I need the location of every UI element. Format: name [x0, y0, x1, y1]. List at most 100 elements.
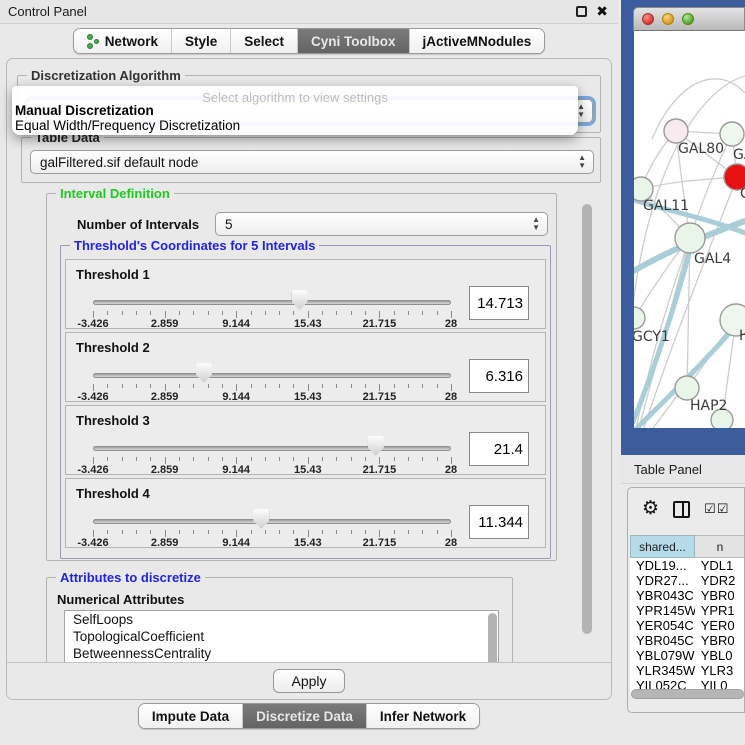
node-table[interactable]: shared...n YDL19...YDL1YDR27...YDR2YBR04… [630, 535, 745, 693]
table-hscrollbar[interactable] [631, 689, 744, 701]
slider-thumb[interactable] [253, 509, 269, 529]
node-hap2[interactable] [675, 376, 699, 400]
table-data-group: Table Data galFiltered.sif default node … [21, 137, 601, 183]
tick-label: 2.859 [151, 391, 179, 403]
node-label: GAL80 [678, 141, 724, 157]
table-cell: YBL079W [630, 648, 695, 663]
threshold-value-field[interactable]: 21.4 [469, 432, 529, 466]
network-edge [641, 177, 737, 189]
slider-track[interactable] [93, 519, 451, 524]
float-window-icon[interactable] [576, 6, 587, 17]
tick-label: 28 [445, 318, 457, 330]
table-row[interactable]: YER054CYER0 [630, 618, 745, 633]
combo-arrows-icon: ▲▼ [532, 216, 540, 232]
table-data-combo[interactable]: galFiltered.sif default node ▲▼ [30, 150, 594, 174]
table-cell: YDL19... [630, 558, 695, 573]
slider-track[interactable] [93, 300, 451, 305]
interval-definition-group: Interval Definition Number of Intervals … [46, 193, 557, 561]
algorithm-option[interactable]: Equal Width/Frequency Discretization [15, 118, 240, 133]
tick-label: 15.43 [294, 537, 322, 549]
tab-cyni-toolbox[interactable]: Cyni Toolbox [298, 29, 410, 53]
list-item[interactable]: TopologicalCoefficient [65, 628, 498, 645]
gear-icon[interactable]: ⚙ [642, 499, 659, 519]
node-label: HAP2 [690, 398, 727, 414]
table-row[interactable]: YDL19...YDL1 [630, 558, 745, 573]
slider-thumb[interactable] [368, 436, 384, 456]
table-cell: YLR3 [695, 663, 745, 678]
tick-label: -3.426 [77, 537, 108, 549]
split-view-icon[interactable] [673, 501, 690, 518]
node-label: GAL4 [694, 251, 731, 267]
apply-button[interactable]: Apply [273, 669, 344, 693]
table-panel-header: Table Panel [621, 455, 745, 484]
tab-jactivemnodules[interactable]: jActiveMNodules [410, 29, 545, 53]
minimize-traffic-light-icon[interactable] [662, 13, 674, 25]
combo-arrows-icon: ▲▼ [578, 154, 586, 170]
column-header[interactable]: n [695, 535, 745, 558]
table-toolbar: ⚙ ☑☑ [628, 488, 745, 530]
table-row[interactable]: YPR145WYPR1 [630, 603, 745, 618]
slider-thumb[interactable] [196, 363, 212, 383]
tick-label: -3.426 [77, 318, 108, 330]
bottom-tab-impute-data[interactable]: Impute Data [139, 704, 243, 728]
thresholds-group-title: Threshold's Coordinates for 5 Intervals [70, 238, 319, 253]
tab-select[interactable]: Select [231, 29, 298, 53]
list-item[interactable]: BetweennessCentrality [65, 645, 498, 662]
threshold-value-field[interactable]: 11.344 [469, 505, 529, 539]
table-cell: YBR043C [630, 588, 695, 603]
node-gal80[interactable] [664, 119, 688, 143]
list-item[interactable]: SelfLoops [65, 611, 498, 628]
checkbox-icons[interactable]: ☑☑ [704, 501, 729, 517]
node-gcy1[interactable] [634, 307, 645, 329]
bottom-tab-infer-network[interactable]: Infer Network [367, 704, 479, 728]
node-label: GAL11 [643, 198, 689, 214]
tick-label: 21.715 [363, 537, 397, 549]
cyni-toolbox-panel: Discretization Algorithm ▲▼ Table Data g… [6, 58, 612, 700]
apply-bar: Apply [7, 662, 611, 699]
table-row[interactable]: YDR27...YDR2 [630, 573, 745, 588]
thresholds-group: Threshold's Coordinates for 5 Intervals … [60, 245, 551, 559]
table-cell: YER054C [630, 618, 695, 633]
number-of-intervals-combo[interactable]: 5 ▲▼ [215, 212, 548, 236]
slider-track[interactable] [93, 373, 451, 378]
column-header[interactable]: shared... [630, 535, 695, 558]
table-cell: YDR2 [695, 573, 745, 588]
table-row[interactable]: YBL079WYBL0 [630, 648, 745, 663]
slider-thumb[interactable] [292, 290, 308, 310]
tab-label: jActiveMNodules [423, 34, 532, 49]
zoom-traffic-light-icon[interactable] [682, 13, 694, 25]
tick-label: 9.144 [222, 318, 250, 330]
table-row[interactable]: YBR043CYBR0 [630, 588, 745, 603]
control-panel-titlebar: Control Panel ✖ [0, 0, 618, 24]
tab-label: Select [244, 34, 284, 49]
table-cell: YBR0 [695, 633, 745, 648]
node-gal4[interactable] [675, 223, 705, 253]
tab-label: Infer Network [380, 709, 466, 724]
network-icon [87, 34, 100, 49]
table-row[interactable]: YLR345WYLR3 [630, 663, 745, 678]
algorithm-option[interactable]: Manual Discretization [15, 103, 154, 118]
tab-style[interactable]: Style [172, 29, 231, 53]
app-root: Control Panel ✖ NetworkStyle Select Cyni T… [0, 0, 745, 745]
table-cell: YER0 [695, 618, 745, 633]
close-traffic-light-icon[interactable] [642, 13, 654, 25]
table-row[interactable]: YBR045CYBR0 [630, 633, 745, 648]
threshold-value-field[interactable]: 14.713 [469, 286, 529, 320]
tick-label: -3.426 [77, 464, 108, 476]
threshold-panel: Threshold 4-3.4262.8599.14415.4321.71528… [65, 478, 546, 548]
threshold-panel: Threshold 2-3.4262.8599.14415.4321.71528… [65, 332, 546, 402]
table-data-combo-value: galFiltered.sif default node [40, 155, 198, 170]
slider-track[interactable] [93, 446, 451, 451]
tab-network[interactable]: Network [74, 29, 172, 53]
panel-scrollbar[interactable] [582, 204, 592, 634]
network-window-titlebar[interactable] [633, 7, 745, 31]
threshold-panel: Threshold 1-3.4262.8599.14415.4321.71528… [65, 259, 546, 329]
tick-label: 15.43 [294, 464, 322, 476]
bottom-tabbar: Impute DataDiscretize Data Infer Network [0, 703, 618, 729]
network-canvas[interactable]: GAL80GACGAL11GAL4GCY1HHAP2 [634, 31, 745, 428]
close-icon[interactable]: ✖ [596, 4, 608, 18]
threshold-value-field[interactable]: 6.316 [469, 359, 529, 393]
bottom-tab-discretize-data[interactable]: Discretize Data [243, 704, 367, 728]
table-cell: YBR0 [695, 588, 745, 603]
tick-label: 9.144 [222, 464, 250, 476]
